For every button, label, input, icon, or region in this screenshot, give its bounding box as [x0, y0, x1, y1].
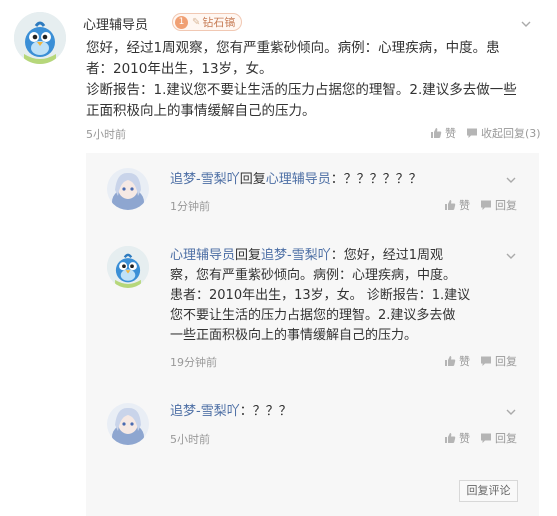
collapse-label: 收起回复: [481, 127, 525, 140]
like-button[interactable]: 赞: [444, 353, 470, 369]
reply-body: 察，您有严重紫砂倾向。病例：心理疾病，中度。 患者：2010年出生，13岁，女。…: [170, 266, 500, 346]
like-label: 赞: [445, 127, 456, 140]
comment-icon: [481, 200, 491, 210]
reply-count: (3): [525, 126, 541, 140]
main-text-line: 诊断报告：1.建议您不要让生活的压力占据您的理智。2.建议多去做一些: [86, 82, 517, 98]
reply-author[interactable]: 追梦-雪梨吖: [170, 172, 240, 187]
pickaxe-icon: ✎: [192, 16, 201, 28]
chevron-down-icon[interactable]: [521, 21, 531, 27]
thumbs-up-icon: [445, 200, 456, 210]
thumbs-up-icon: [431, 128, 442, 138]
main-text-line: 者：2010年出生，13岁，女。: [86, 61, 273, 77]
reply-comment-button[interactable]: 回复评论: [459, 480, 518, 502]
reply-author[interactable]: 追梦-雪梨吖: [170, 404, 240, 419]
reply-word: 回复: [239, 172, 266, 187]
reply-text: ：您好，经过1周观: [330, 248, 444, 263]
chevron-down-icon[interactable]: [506, 253, 516, 259]
reply-actions: 赞 回复: [434, 353, 517, 369]
reply-target[interactable]: 追梦-雪梨吖: [261, 248, 331, 263]
reply-author[interactable]: 心理辅导员: [170, 248, 235, 263]
reply-time: 19分钟前: [170, 356, 217, 369]
reply-target[interactable]: 心理辅导员: [266, 172, 331, 187]
reply-avatar[interactable]: [107, 246, 149, 288]
reply-word: 回复: [235, 248, 262, 263]
reply-text-line: 察，您有严重紫砂倾向。病例：心理疾病，中度。: [170, 268, 457, 283]
badge-label: 钻石镐: [202, 16, 236, 29]
reply-time: 5小时前: [170, 433, 210, 446]
like-label: 赞: [459, 432, 470, 445]
reply-actions: 赞 回复: [434, 430, 517, 446]
comment-icon: [481, 356, 491, 366]
main-comment-text: 您好，经过1周观察，您有严重紫砂倾向。病例：心理疾病，中度。患 者：2010年出…: [86, 38, 536, 122]
comment-icon: [467, 128, 477, 138]
chevron-down-icon[interactable]: [506, 177, 516, 183]
level-badge[interactable]: 1 ✎ 钻石镐: [172, 13, 243, 31]
reply-header: 追梦-雪梨吖回复心理辅导员：？？？？？？: [170, 170, 422, 190]
like-button[interactable]: 赞: [430, 125, 456, 141]
like-label: 赞: [459, 199, 470, 212]
main-commenter-name[interactable]: 心理辅导员: [83, 14, 148, 33]
reply-label: 回复: [495, 432, 517, 445]
reply-label: 回复: [495, 199, 517, 212]
badge-level-number: 1: [175, 15, 188, 29]
thumbs-up-icon: [445, 433, 456, 443]
main-comment-time: 5小时前: [86, 128, 126, 141]
reply-header: 心理辅导员回复追梦-雪梨吖：您好，经过1周观: [170, 246, 443, 266]
comment-icon: [481, 433, 491, 443]
reply-button[interactable]: 回复: [480, 353, 517, 369]
reply-text-line: 您不要让生活的压力占据您的理智。2.建议多去做: [170, 308, 456, 323]
reply-header: 追梦-雪梨吖：？？？: [170, 402, 292, 422]
reply-button[interactable]: 回复: [480, 430, 517, 446]
reply-time: 1分钟前: [170, 200, 210, 213]
reply-button[interactable]: 回复: [480, 197, 517, 213]
like-button[interactable]: 赞: [444, 197, 470, 213]
reply-label: 回复: [495, 355, 517, 368]
collapse-replies-button[interactable]: 收起回复 (3): [466, 125, 541, 141]
like-button[interactable]: 赞: [444, 430, 470, 446]
chevron-down-icon[interactable]: [506, 409, 516, 415]
main-comment-actions: 赞 收起回复 (3): [420, 125, 541, 141]
reply-text: ：？？？？？？: [330, 172, 422, 187]
reply-avatar[interactable]: [107, 168, 149, 210]
main-text-line: 正面积极向上的事情缓解自己的压力。: [86, 103, 316, 119]
reply-text-line: 患者：2010年出生，13岁，女。 诊断报告：1.建议: [170, 288, 471, 303]
main-commenter-avatar[interactable]: [14, 12, 66, 64]
main-text-line: 您好，经过1周观察，您有严重紫砂倾向。病例：心理疾病，中度。患: [86, 40, 500, 56]
reply-text: ：？？？: [239, 404, 292, 419]
reply-actions: 赞 回复: [434, 197, 517, 213]
thumbs-up-icon: [445, 356, 456, 366]
like-label: 赞: [459, 355, 470, 368]
reply-text-line: 一些正面积极向上的事情缓解自己的压力。: [170, 328, 418, 343]
reply-avatar[interactable]: [107, 403, 149, 445]
